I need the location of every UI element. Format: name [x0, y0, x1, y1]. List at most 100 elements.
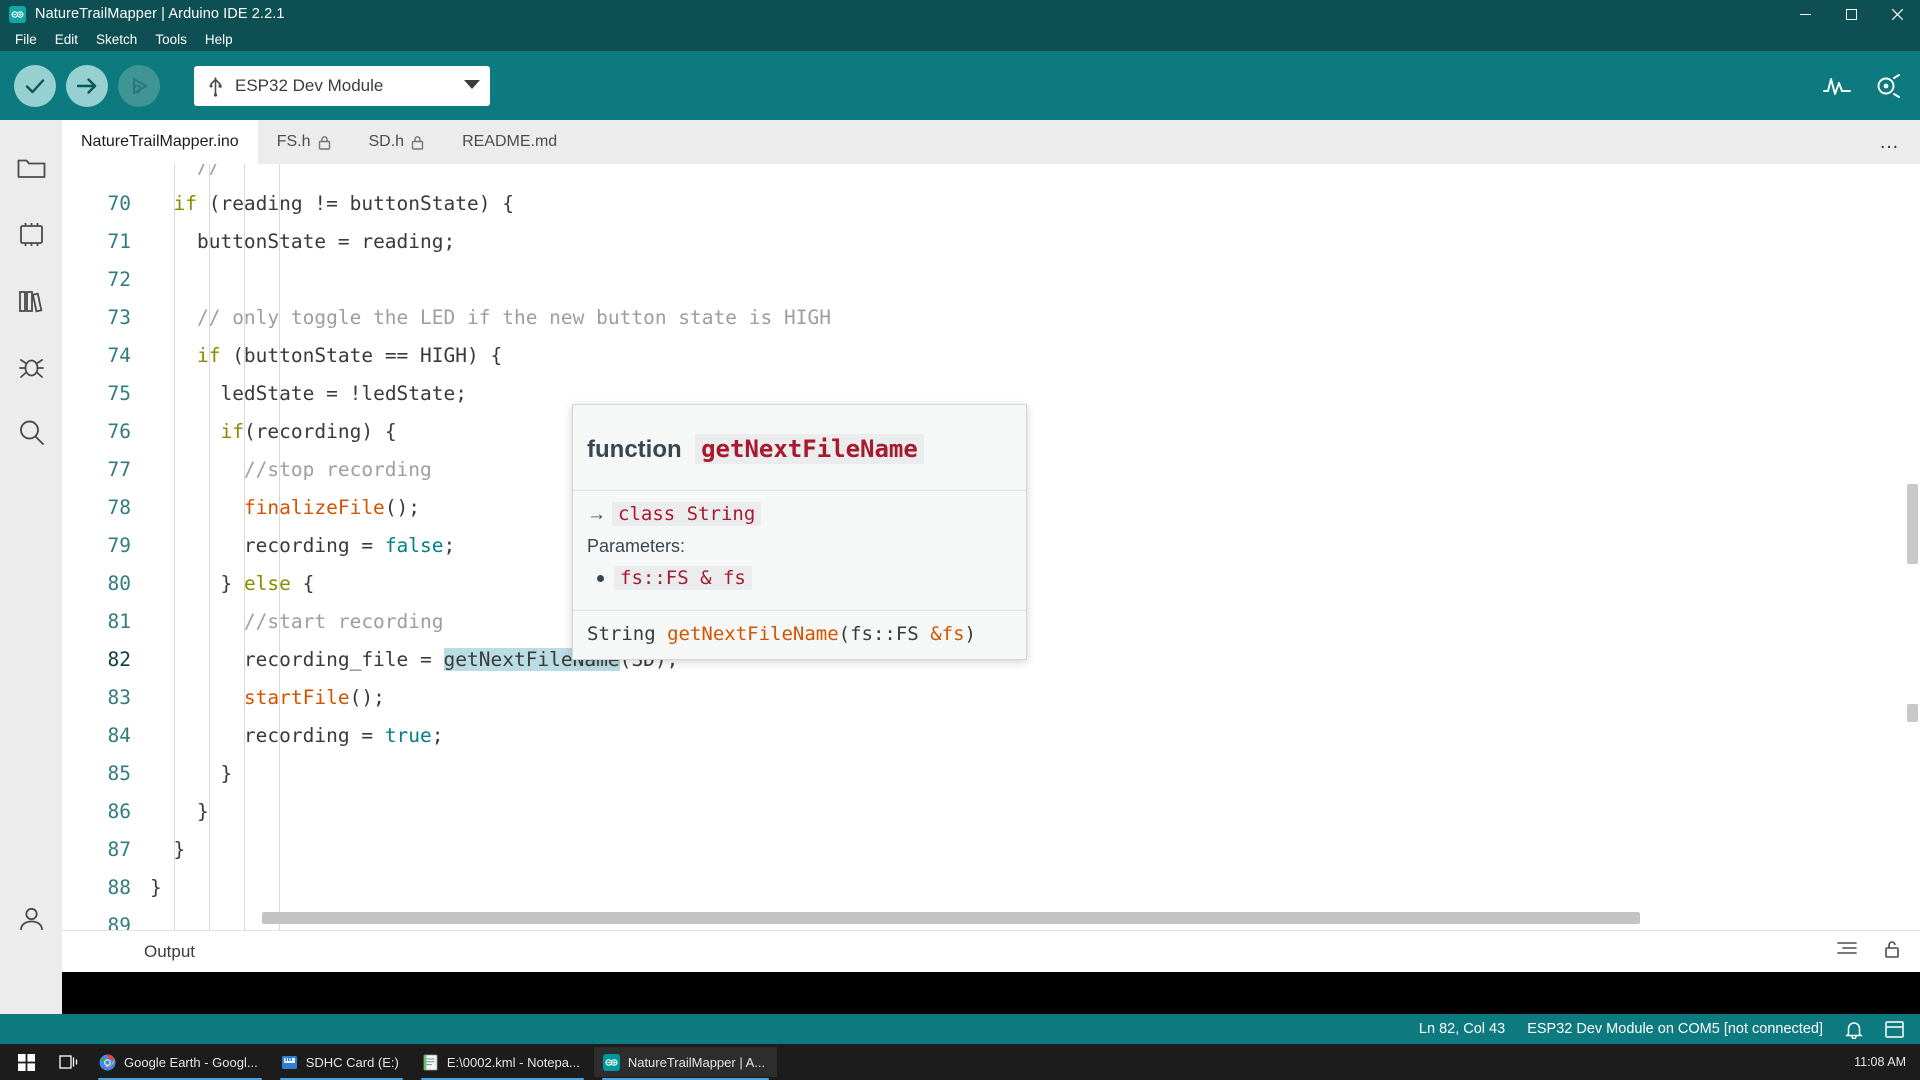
- upload-button[interactable]: [66, 64, 108, 107]
- line-number: 70: [107, 191, 131, 215]
- sidebar-item-library-manager[interactable]: [0, 270, 62, 336]
- tab-sd-h[interactable]: SD.h: [350, 120, 444, 164]
- sidebar-item-search[interactable]: [0, 402, 62, 468]
- signature-open: (fs::FS: [838, 623, 931, 645]
- code-token: }: [173, 837, 186, 861]
- sidebar-item-sketchbook[interactable]: [0, 138, 62, 204]
- debug-button[interactable]: [118, 64, 160, 107]
- tooltip-body: → class String Parameters: fs::FS & fs: [573, 491, 1026, 610]
- code-editor[interactable]: //70 if (reading != buttonState) {71 but…: [62, 164, 1920, 930]
- bell-icon[interactable]: [1845, 1020, 1863, 1039]
- code-token: recording =: [243, 723, 385, 747]
- check-icon: [23, 74, 47, 98]
- line-number: 80: [107, 571, 131, 595]
- line-number: 87: [107, 837, 131, 861]
- taskbar-app-google-earth[interactable]: Google Earth - Googl...: [90, 1047, 270, 1080]
- lock-icon: [318, 135, 331, 150]
- code-token: }: [196, 799, 209, 823]
- window-title: NatureTrailMapper | Arduino IDE 2.2.1: [35, 6, 285, 22]
- line-number: 73: [107, 305, 131, 329]
- code-token: ;: [443, 533, 456, 557]
- ide-body: NatureTrailMapper.ino FS.h SD.h README.m…: [0, 120, 1920, 1014]
- arduino-icon: [602, 1053, 620, 1071]
- menu-item-file[interactable]: File: [6, 29, 46, 50]
- taskbar-app-label: E:\0002.kml - Notepa...: [446, 1054, 580, 1070]
- code-line[interactable]: 72: [62, 260, 1920, 298]
- editor-tabs: NatureTrailMapper.ino FS.h SD.h README.m…: [62, 120, 1920, 164]
- taskbar-app-notepad[interactable]: E:\0002.kml - Notepa...: [413, 1047, 592, 1080]
- sidebar-item-boards-manager[interactable]: [0, 204, 62, 270]
- line-number: 88: [107, 875, 131, 899]
- account-button[interactable]: [0, 888, 62, 954]
- code-line[interactable]: 83 startFile();: [62, 678, 1920, 716]
- code-line[interactable]: 86 }: [62, 792, 1920, 830]
- sidebar-item-debug[interactable]: [0, 336, 62, 402]
- line-text: //: [150, 164, 221, 178]
- output-content: [62, 972, 1920, 1014]
- tabs-overflow-button[interactable]: …: [1871, 120, 1908, 164]
- code-token: }: [220, 761, 233, 785]
- serial-plotter-icon[interactable]: [1820, 69, 1854, 103]
- tab-label: README.md: [462, 133, 558, 150]
- line-number: 86: [107, 799, 131, 823]
- code-line[interactable]: 87 }: [62, 830, 1920, 868]
- tab-readme-md[interactable]: README.md: [443, 120, 576, 164]
- code-line[interactable]: 71 buttonState = reading;: [62, 222, 1920, 260]
- menu-item-sketch[interactable]: Sketch: [87, 29, 146, 50]
- board-status[interactable]: ESP32 Dev Module on COM5 [not connected]: [1527, 1021, 1823, 1037]
- windows-start-icon[interactable]: [6, 1044, 46, 1080]
- maximize-button[interactable]: [1828, 0, 1874, 28]
- line-number: 89: [107, 913, 131, 931]
- code-line[interactable]: 70 if (reading != buttonState) {: [62, 184, 1920, 222]
- tab-fs-h[interactable]: FS.h: [258, 120, 350, 164]
- code-token: (recording) {: [243, 419, 397, 443]
- toggle-panel-icon[interactable]: [1885, 1020, 1904, 1038]
- menu-item-edit[interactable]: Edit: [46, 29, 87, 50]
- scroll-lock-icon[interactable]: [1884, 940, 1900, 964]
- line-text: }: [148, 838, 1920, 861]
- task-view-icon[interactable]: [48, 1044, 88, 1080]
- editor-horizontal-scrollbar[interactable]: [262, 912, 1640, 924]
- taskbar-app-arduino-ide[interactable]: NatureTrailMapper | A...: [593, 1047, 778, 1080]
- line-text: buttonState = reading;: [148, 230, 1920, 253]
- minimize-button[interactable]: [1782, 0, 1828, 28]
- arrow-right-icon: [75, 74, 99, 98]
- signature-arg: &fs: [930, 623, 965, 645]
- verify-button[interactable]: [14, 64, 56, 107]
- clear-output-icon[interactable]: [1836, 940, 1858, 964]
- code-line[interactable]: 73 // only toggle the LED if the new but…: [62, 298, 1920, 336]
- code-token: if: [220, 419, 244, 443]
- line-number: 83: [107, 685, 131, 709]
- toolbar: ESP32 Dev Module: [0, 51, 1920, 120]
- code-token: {: [290, 571, 315, 595]
- editor-vertical-scrollbar[interactable]: [1904, 164, 1920, 930]
- output-panel: Output: [62, 930, 1920, 1014]
- signature-function-name: getNextFileName: [667, 623, 839, 645]
- line-text: //stop recording: [148, 458, 1920, 481]
- code-line[interactable]: 88}: [62, 868, 1920, 906]
- line-text: ledState = !ledState;: [148, 382, 1920, 405]
- taskbar-app-sdhc-card[interactable]: SDHC Card (E:): [272, 1047, 411, 1080]
- chevron-down-icon[interactable]: [464, 77, 480, 95]
- code-token: true: [384, 723, 432, 747]
- code-token: //stop recording: [243, 457, 432, 481]
- line-number: 84: [107, 723, 131, 747]
- cursor-position[interactable]: Ln 82, Col 43: [1419, 1021, 1505, 1037]
- taskbar-app-label: SDHC Card (E:): [305, 1054, 399, 1070]
- close-button[interactable]: [1874, 0, 1920, 28]
- board-selector[interactable]: ESP32 Dev Module: [194, 65, 490, 106]
- code-line[interactable]: 84 recording = true;: [62, 716, 1920, 754]
- serial-monitor-icon[interactable]: [1870, 69, 1904, 103]
- line-number: 71: [107, 229, 131, 253]
- code-token: // only toggle the LED if the new button…: [196, 305, 831, 329]
- code-line[interactable]: 85 }: [62, 754, 1920, 792]
- code-line[interactable]: 74 if (buttonState == HIGH) {: [62, 336, 1920, 374]
- tab-naturetrailmapper-ino[interactable]: NatureTrailMapper.ino: [62, 120, 258, 164]
- line-text: if (buttonState == HIGH) {: [148, 344, 1920, 367]
- taskbar-clock: 11:08 AM: [1854, 1055, 1906, 1069]
- arduino-logo-icon: [9, 5, 26, 23]
- window-controls: [1782, 0, 1920, 28]
- menu-item-help[interactable]: Help: [196, 29, 242, 50]
- line-text: if(recording) {: [148, 420, 1920, 443]
- menu-item-tools[interactable]: Tools: [146, 29, 196, 50]
